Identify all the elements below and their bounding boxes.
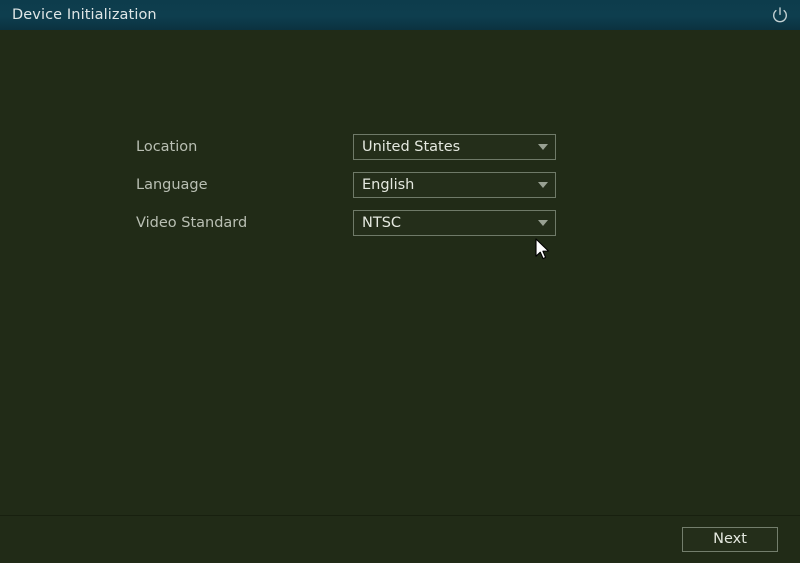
form-row-location: Location United States: [0, 134, 800, 160]
select-language-value: English: [362, 177, 415, 193]
page-title: Device Initialization: [12, 7, 157, 23]
power-icon[interactable]: [770, 5, 790, 25]
select-location[interactable]: United States: [353, 134, 556, 160]
device-initialization-window: Device Initialization Location United St…: [0, 0, 800, 563]
titlebar: Device Initialization: [0, 0, 800, 30]
form-row-video-standard: Video Standard NTSC: [0, 210, 800, 236]
form-row-language: Language English: [0, 172, 800, 198]
next-button[interactable]: Next: [682, 527, 778, 552]
content-area: Location United States Language English …: [0, 30, 800, 515]
chevron-down-icon: [538, 182, 548, 188]
select-video-standard-value: NTSC: [362, 215, 402, 231]
label-location: Location: [136, 139, 198, 155]
label-language: Language: [136, 177, 208, 193]
label-video-standard: Video Standard: [136, 215, 248, 231]
select-language[interactable]: English: [353, 172, 556, 198]
footer-bar: Next: [0, 515, 800, 563]
select-video-standard[interactable]: NTSC: [353, 210, 556, 236]
chevron-down-icon: [538, 144, 548, 150]
chevron-down-icon: [538, 220, 548, 226]
select-location-value: United States: [362, 139, 461, 155]
